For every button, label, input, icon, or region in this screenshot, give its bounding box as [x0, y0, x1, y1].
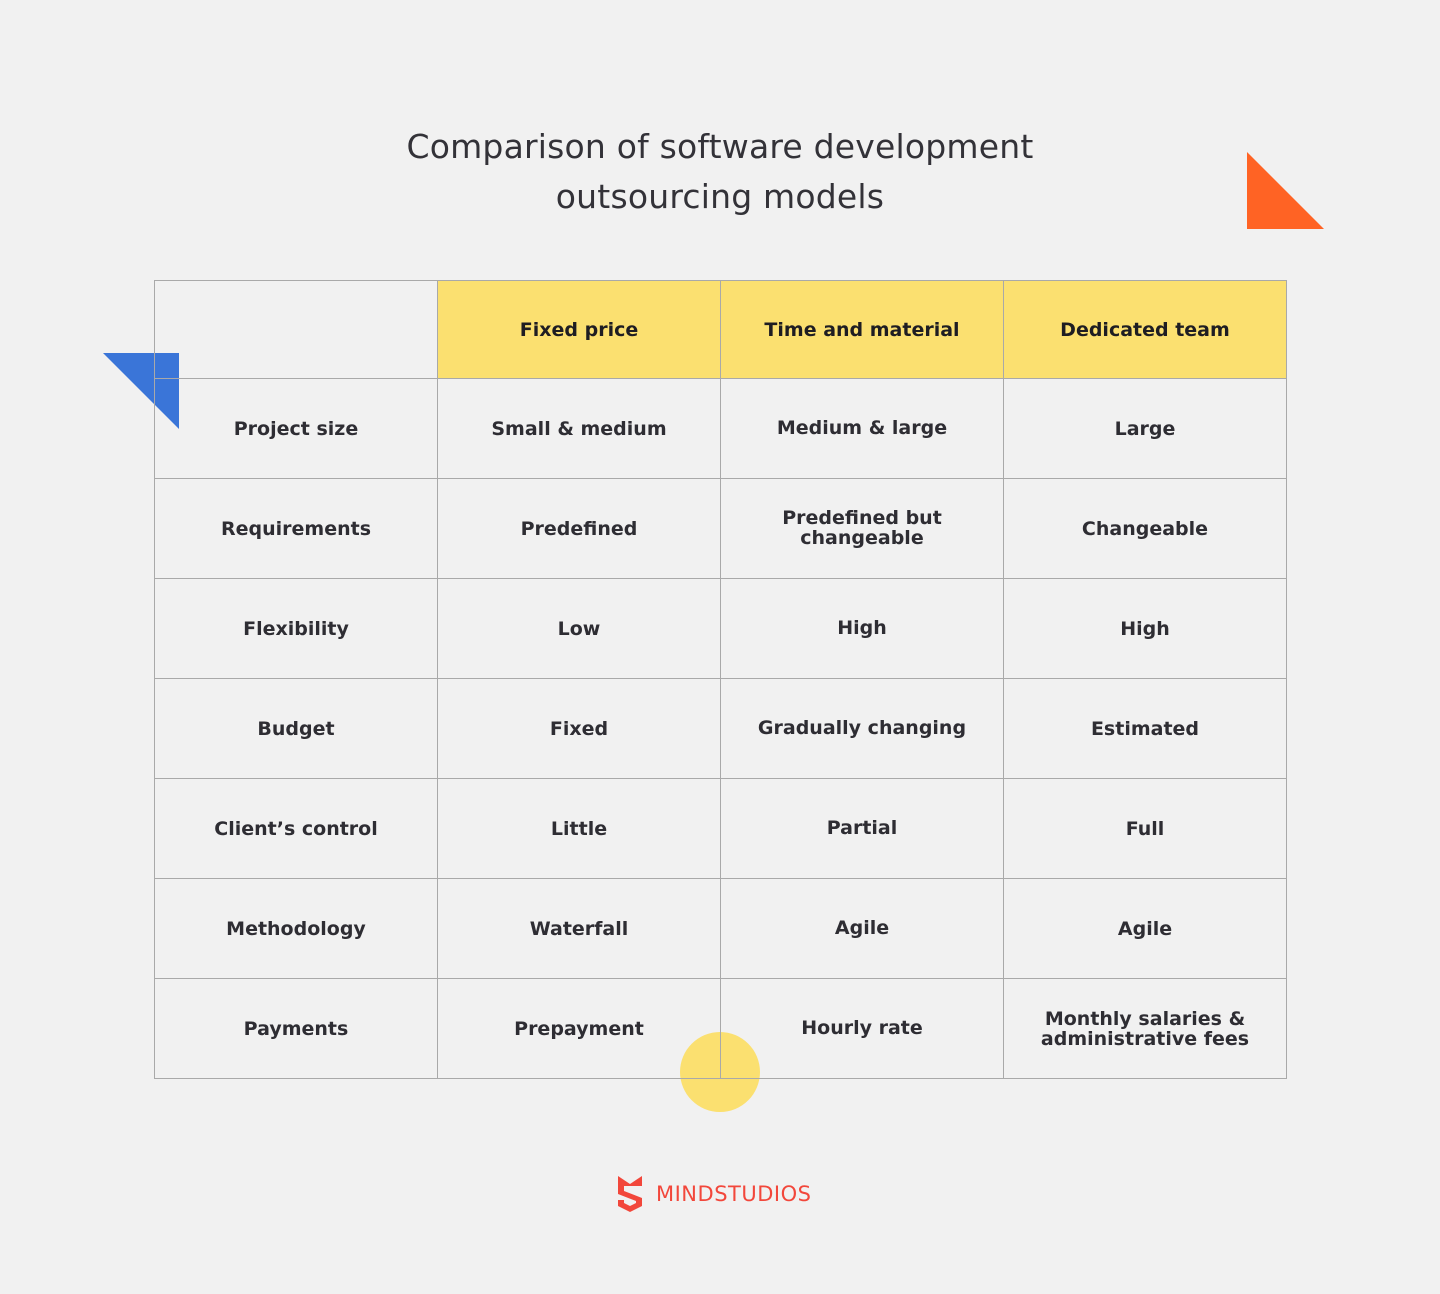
brand-name: MINDSTUDIOS	[656, 1182, 812, 1206]
row-label: Client’s control	[154, 778, 438, 879]
header-dedicated-team: Dedicated team	[1003, 280, 1287, 379]
cell-fixed-price: Predefined	[437, 478, 721, 579]
header-time-and-material: Time and material	[720, 280, 1004, 379]
comparison-table: Fixed price Time and material Dedicated …	[154, 280, 1287, 1079]
row-label: Budget	[154, 678, 438, 779]
cell-time-and-material: Hourly rate	[720, 978, 1004, 1079]
cell-fixed-price: Small & medium	[437, 378, 721, 479]
cell-time-and-material: Gradually changing	[720, 678, 1004, 779]
table-row: Payments Prepayment Hourly rate Monthly …	[154, 978, 1287, 1079]
page-title: Comparison of software development outso…	[0, 122, 1440, 222]
cell-fixed-price: Little	[437, 778, 721, 879]
table-row: Methodology Waterfall Agile Agile	[154, 878, 1287, 979]
cell-dedicated-team: Full	[1003, 778, 1287, 879]
cell-time-and-material: Agile	[720, 878, 1004, 979]
mindstudios-shield-icon	[616, 1174, 644, 1214]
cell-dedicated-team: Large	[1003, 378, 1287, 479]
table-row: Client’s control Little Partial Full	[154, 778, 1287, 879]
cell-time-and-material: Predefined but changeable	[720, 478, 1004, 579]
cell-dedicated-team: Agile	[1003, 878, 1287, 979]
row-label: Requirements	[154, 478, 438, 579]
cell-fixed-price: Fixed	[437, 678, 721, 779]
cell-dedicated-team: Monthly salaries & administrative fees	[1003, 978, 1287, 1079]
table-header-row: Fixed price Time and material Dedicated …	[154, 280, 1287, 379]
brand-logo: MINDSTUDIOS	[616, 1174, 811, 1214]
cell-dedicated-team: Changeable	[1003, 478, 1287, 579]
cell-time-and-material: High	[720, 578, 1004, 679]
cell-time-and-material: Medium & large	[720, 378, 1004, 479]
header-corner-cell	[154, 280, 438, 379]
cell-fixed-price: Prepayment	[437, 978, 721, 1079]
header-fixed-price: Fixed price	[437, 280, 721, 379]
table-row: Budget Fixed Gradually changing Estimate…	[154, 678, 1287, 779]
cell-dedicated-team: High	[1003, 578, 1287, 679]
title-line-1: Comparison of software development	[406, 127, 1034, 166]
row-label: Project size	[154, 378, 438, 479]
cell-dedicated-team: Estimated	[1003, 678, 1287, 779]
orange-triangle-decoration	[1247, 152, 1324, 229]
cell-time-and-material: Partial	[720, 778, 1004, 879]
row-label: Payments	[154, 978, 438, 1079]
table-row: Flexibility Low High High	[154, 578, 1287, 679]
title-line-2: outsourcing models	[555, 177, 885, 216]
table-row: Requirements Predefined Predefined but c…	[154, 478, 1287, 579]
cell-fixed-price: Waterfall	[437, 878, 721, 979]
table-row: Project size Small & medium Medium & lar…	[154, 378, 1287, 479]
row-label: Methodology	[154, 878, 438, 979]
row-label: Flexibility	[154, 578, 438, 679]
cell-fixed-price: Low	[437, 578, 721, 679]
